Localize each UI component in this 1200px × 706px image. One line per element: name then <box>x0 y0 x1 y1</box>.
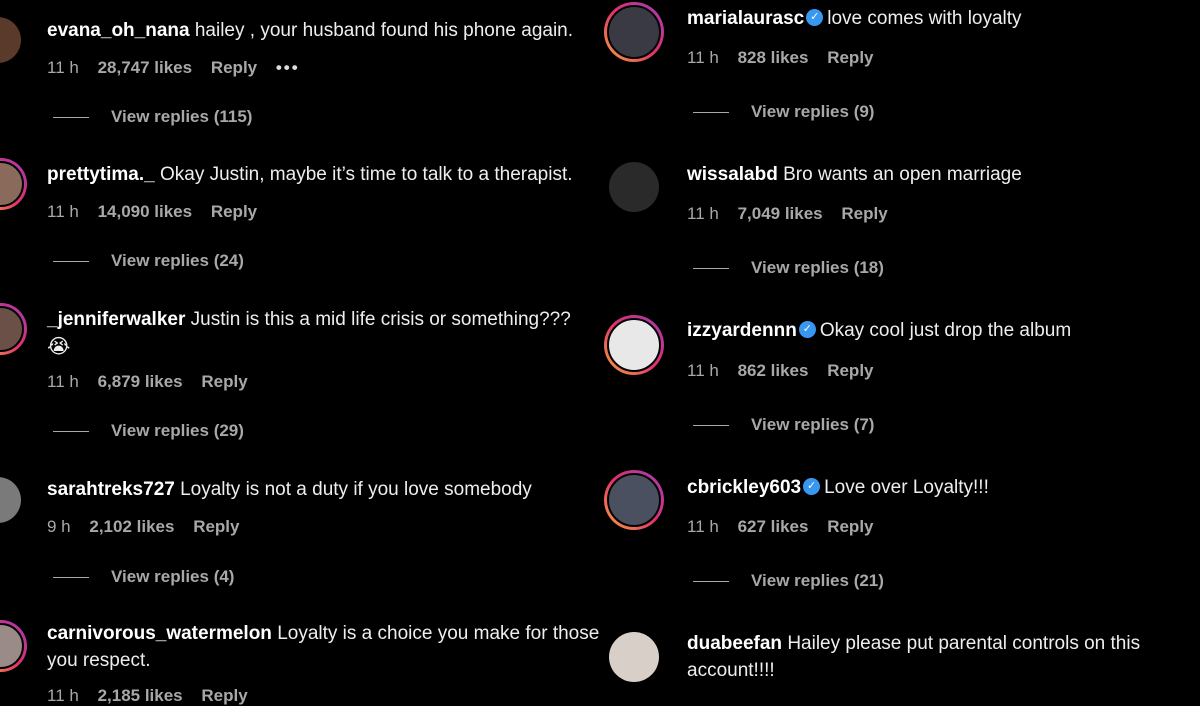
view-replies-button[interactable]: View replies (7) <box>693 415 874 435</box>
comment-time: 11 h <box>47 372 79 391</box>
divider <box>693 425 729 427</box>
comment-text: Justin is this a mid life crisis or some… <box>190 309 571 330</box>
comment-likes[interactable]: 862 likes <box>738 361 809 380</box>
verified-badge-icon: ✓ <box>806 8 824 26</box>
reply-button[interactable]: Reply <box>827 361 873 380</box>
comment-time: 9 h <box>47 517 71 536</box>
view-replies-button[interactable]: View replies (9) <box>693 102 874 122</box>
comment-time: 11 h <box>47 58 79 77</box>
reply-button[interactable]: Reply <box>841 204 887 223</box>
divider <box>693 581 729 583</box>
view-replies-button[interactable]: View replies (29) <box>53 421 244 441</box>
divider <box>53 577 89 579</box>
verified-badge-icon: ✓ <box>798 320 816 338</box>
comment-username[interactable]: evana_oh_nana <box>47 20 190 41</box>
comment-likes[interactable]: 2,185 likes <box>98 686 183 705</box>
reply-button[interactable]: Reply <box>827 517 873 536</box>
comment-username[interactable]: wissalabd <box>687 164 778 185</box>
avatar[interactable] <box>0 477 21 523</box>
comment-text: Bro wants an open marriage <box>783 164 1022 185</box>
reply-button[interactable]: Reply <box>211 58 257 77</box>
reply-button[interactable]: Reply <box>211 202 257 221</box>
comment-time: 11 h <box>687 48 719 67</box>
divider <box>693 112 729 114</box>
comment-text: Okay cool just drop the album <box>819 320 1072 341</box>
view-replies-button[interactable]: View replies (24) <box>53 251 244 271</box>
comment-time: 11 h <box>687 204 719 223</box>
more-options-icon[interactable]: ••• <box>276 58 300 77</box>
avatar[interactable] <box>0 158 27 210</box>
comment-likes[interactable]: 28,747 likes <box>98 58 193 77</box>
comment-time: 11 h <box>687 361 719 380</box>
comment-likes[interactable]: 828 likes <box>738 48 809 67</box>
crying-emoji-icon: 😭 <box>47 336 71 358</box>
avatar[interactable] <box>604 470 664 530</box>
comment-text: Love over Loyalty!!! <box>824 477 989 498</box>
comment-username[interactable]: cbrickley603 <box>687 477 801 498</box>
comment-username[interactable]: duabeefan <box>687 633 782 654</box>
comment-username[interactable]: carnivorous_watermelon <box>47 623 272 644</box>
reply-button[interactable]: Reply <box>201 686 247 705</box>
avatar[interactable] <box>0 620 27 672</box>
reply-button[interactable]: Reply <box>201 372 247 391</box>
comment-text: Loyalty is not a duty if you love somebo… <box>180 479 532 500</box>
comment-likes[interactable]: 2,102 likes <box>89 517 174 536</box>
reply-button[interactable]: Reply <box>827 48 873 67</box>
comment-likes[interactable]: 627 likes <box>738 517 809 536</box>
divider <box>53 117 89 119</box>
divider <box>53 261 89 263</box>
comment-username[interactable]: marialaurasc <box>687 8 804 29</box>
view-replies-button[interactable]: View replies (18) <box>693 258 884 278</box>
comment-username[interactable]: _jenniferwalker <box>47 309 185 330</box>
comment-username[interactable]: sarahtreks727 <box>47 479 175 500</box>
verified-badge-icon: ✓ <box>803 477 821 495</box>
avatar[interactable] <box>0 17 21 63</box>
comment-username[interactable]: prettytima._ <box>47 164 155 185</box>
comment-likes[interactable]: 14,090 likes <box>98 202 193 221</box>
divider <box>53 431 89 433</box>
comment-time: 11 h <box>687 517 719 536</box>
comment-likes[interactable]: 6,879 likes <box>98 372 183 391</box>
view-replies-button[interactable]: View replies (21) <box>693 571 884 591</box>
comment-text: love comes with loyalty <box>827 8 1022 29</box>
avatar[interactable] <box>609 632 659 682</box>
reply-button[interactable]: Reply <box>193 517 239 536</box>
avatar[interactable] <box>609 162 659 212</box>
view-replies-button[interactable]: View replies (115) <box>53 107 252 127</box>
view-replies-button[interactable]: View replies (4) <box>53 567 234 587</box>
comment-likes[interactable]: 7,049 likes <box>738 204 823 223</box>
comment-time: 11 h <box>47 686 79 705</box>
avatar[interactable] <box>604 2 664 62</box>
avatar[interactable] <box>0 303 27 355</box>
comment-username[interactable]: izzyardennn <box>687 320 797 341</box>
comment-text: Okay Justin, maybe it’s time to talk to … <box>159 164 573 185</box>
avatar[interactable] <box>604 315 664 375</box>
comment-time: 11 h <box>47 202 79 221</box>
comment-text: hailey , your husband found his phone ag… <box>194 20 574 41</box>
divider <box>693 268 729 270</box>
